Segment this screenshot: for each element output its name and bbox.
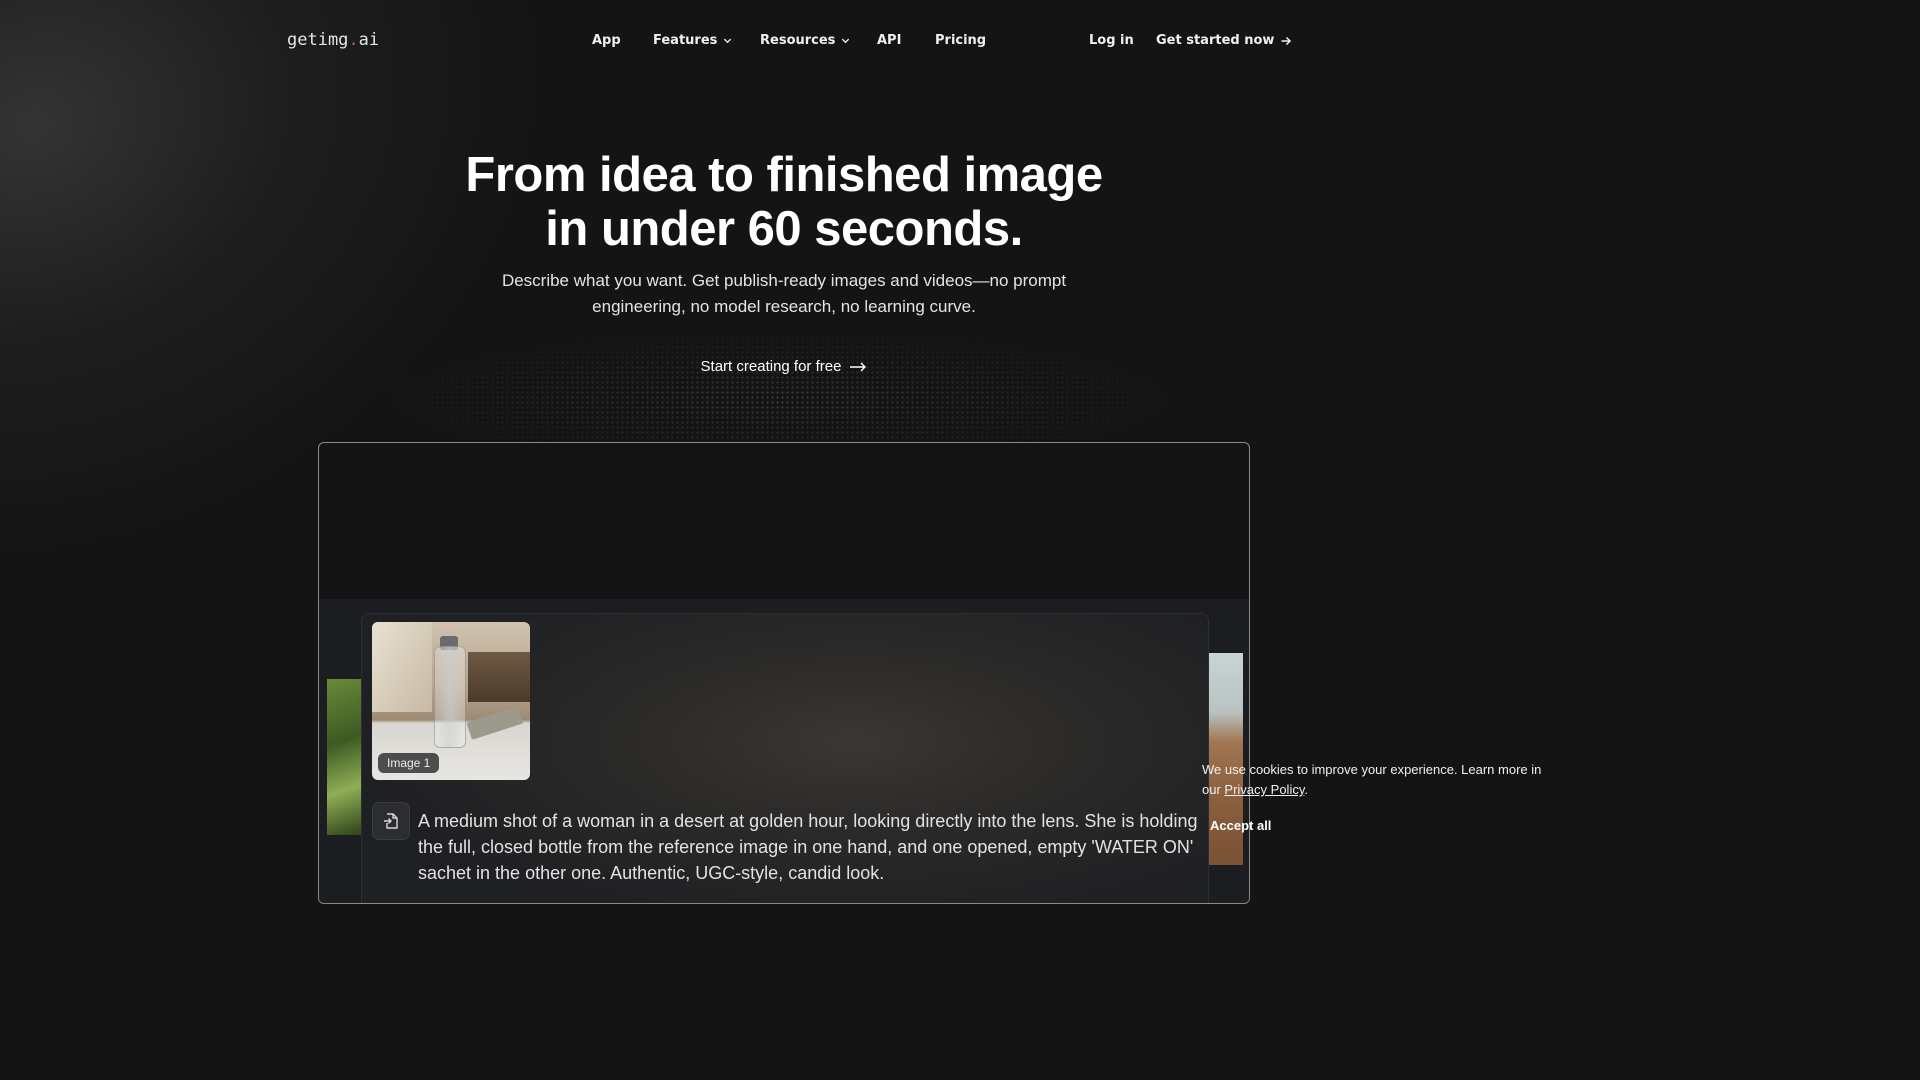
start-creating-button[interactable]: Start creating for free (701, 358, 868, 375)
attach-file-button[interactable] (372, 802, 410, 840)
hero-title-line1: From idea to finished image (465, 148, 1103, 202)
nav-pricing[interactable]: Pricing (935, 33, 986, 48)
nav-features-label: Features (653, 33, 718, 48)
sachet (466, 706, 524, 740)
cta-container: Start creating for free (0, 358, 1568, 375)
arrow-right-icon (1281, 36, 1292, 45)
accept-all-button[interactable]: Accept all (1210, 818, 1271, 833)
reference-image-label: Image 1 (378, 753, 440, 773)
get-started-label: Get started now (1156, 33, 1275, 48)
nav-app[interactable]: App (592, 33, 621, 48)
hero-subtitle: Describe what you want. Get publish-read… (0, 268, 1568, 320)
hero-title-line2: in under 60 seconds. (545, 202, 1023, 256)
file-import-icon (384, 813, 398, 829)
start-creating-label: Start creating for free (700, 358, 842, 375)
forest-photo-thumbnail (327, 679, 361, 835)
cookie-period: . (1304, 782, 1308, 797)
long-arrow-right-icon (850, 362, 867, 371)
privacy-policy-link[interactable]: Privacy Policy (1224, 782, 1304, 797)
bottle (434, 646, 466, 748)
reference-image[interactable]: Image 1 (372, 622, 530, 780)
login-label: Log in (1089, 33, 1134, 48)
dot-pattern (380, 330, 1180, 445)
chevron-down-icon (724, 38, 732, 44)
reference-image-window (372, 622, 432, 712)
prompt-panel: Image 1 A medium shot of a woman in a de… (361, 613, 1209, 903)
showcase-stage: Image 1 A medium shot of a woman in a de… (319, 599, 1249, 903)
nav-features[interactable]: Features (653, 33, 732, 48)
reference-image-shelf (468, 652, 530, 702)
chevron-down-icon (842, 38, 850, 44)
hero-subtitle-line2: engineering, no model research, no learn… (592, 297, 976, 316)
desert-photo-thumbnail (1207, 653, 1243, 865)
nav-api-label: API (877, 33, 902, 48)
nav-resources[interactable]: Resources (760, 33, 850, 48)
get-started-button[interactable]: Get started now (1156, 33, 1292, 48)
hero-subtitle-line1: Describe what you want. Get publish-read… (501, 271, 1067, 290)
login-link[interactable]: Log in (1089, 33, 1134, 48)
product-showcase: Image 1 A medium shot of a woman in a de… (318, 442, 1250, 904)
prompt-text: A medium shot of a woman in a desert at … (418, 811, 1198, 883)
nav-pricing-label: Pricing (935, 33, 987, 48)
main-nav: App Features Resources API Pricing Log i… (0, 33, 1568, 53)
nav-api[interactable]: API (877, 33, 901, 48)
nav-resources-label: Resources (760, 33, 836, 48)
hero-title: From idea to finished image in under 60 … (0, 148, 1568, 256)
site-header: getimg.ai App Features Resources API Pri… (0, 0, 1568, 84)
nav-app-label: App (592, 33, 621, 48)
cookie-banner: We use cookies to improve your experienc… (1202, 760, 1542, 800)
